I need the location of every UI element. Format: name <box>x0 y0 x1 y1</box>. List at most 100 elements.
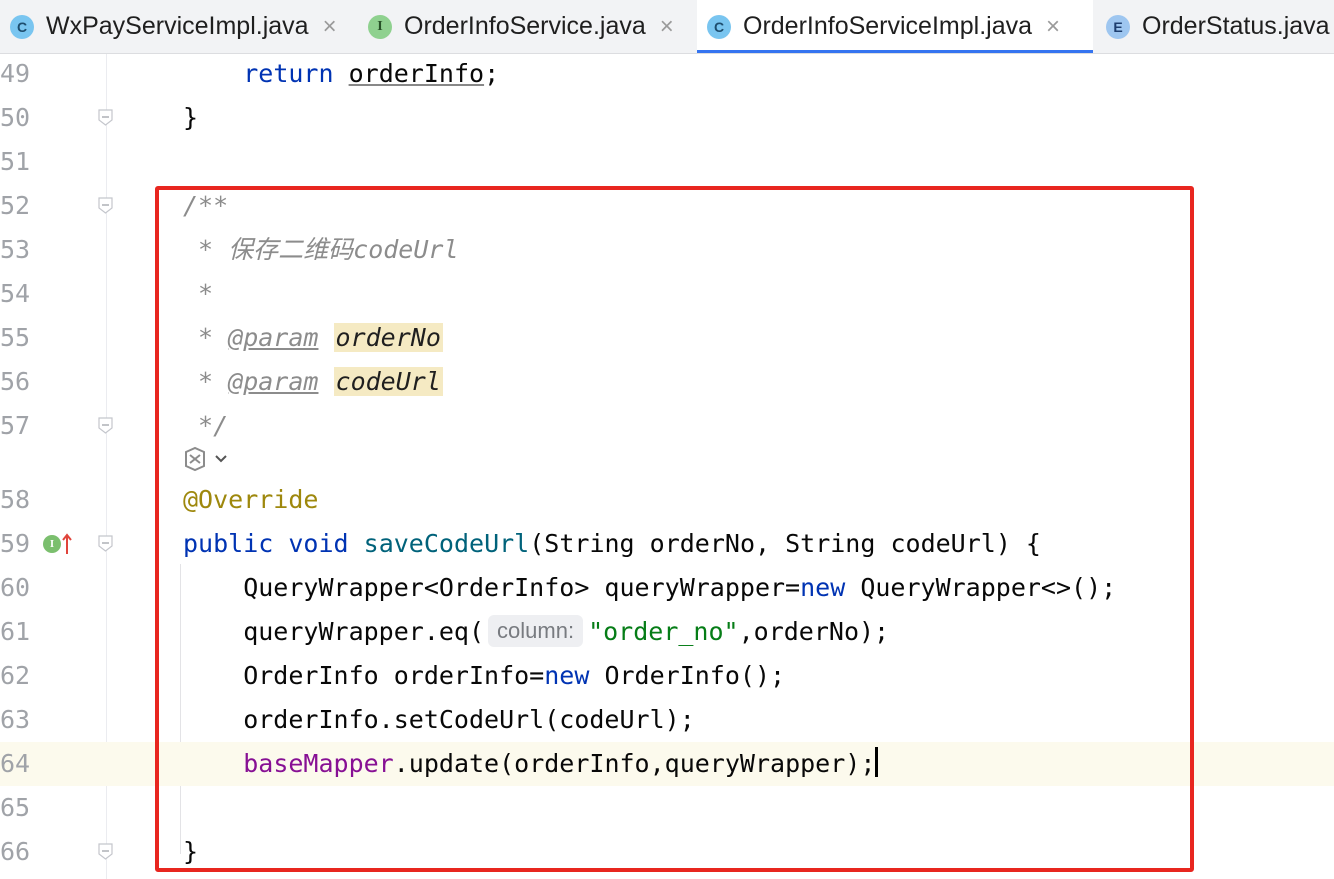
code-token: ; <box>484 59 500 88</box>
code-line[interactable]: 65 <box>0 786 1334 830</box>
code-line[interactable]: 54 * <box>0 272 1334 316</box>
tab-orderstatus-java[interactable]: E OrderStatus.java <box>1096 0 1334 53</box>
close-icon[interactable]: × <box>323 13 337 41</box>
code-line[interactable]: 58 @Override <box>0 478 1334 522</box>
code-text[interactable]: baseMapper.update(orderInfo,queryWrapper… <box>183 742 879 786</box>
line-number: 64 <box>0 749 31 778</box>
code-line[interactable]: 55 * @param orderNo <box>0 316 1334 360</box>
code-text[interactable]: */ <box>183 404 228 448</box>
code-text[interactable]: @Override <box>183 478 318 522</box>
code-token: orderInfo <box>348 59 485 88</box>
code-line[interactable]: 49 return orderInfo; <box>0 52 1334 96</box>
code-text[interactable]: return orderInfo; <box>183 52 499 96</box>
code-token: codeUrl <box>333 367 443 396</box>
fold-marker-icon[interactable] <box>98 535 113 552</box>
code-token: QueryWrapper<>(); <box>845 573 1117 602</box>
code-line[interactable]: 56 * @param codeUrl <box>0 360 1334 404</box>
code-line[interactable]: 63 orderInfo.setCodeUrl(codeUrl); <box>0 698 1334 742</box>
line-number: 58 <box>0 485 31 514</box>
code-line[interactable]: 62 OrderInfo orderInfo=new OrderInfo(); <box>0 654 1334 698</box>
line-number: 56 <box>0 367 31 396</box>
code-token: @param <box>228 323 319 352</box>
code-text[interactable]: /** <box>183 184 228 228</box>
code-token: ,orderNo); <box>738 617 890 646</box>
code-token: orderNo <box>333 323 443 352</box>
code-token: (String orderNo, String codeUrl) { <box>529 529 1041 558</box>
code-text[interactable]: * @param orderNo <box>183 316 443 360</box>
code-text[interactable]: } <box>183 830 198 874</box>
implements-method-icon[interactable]: I <box>43 535 61 553</box>
line-number: 51 <box>0 147 31 176</box>
code-text[interactable]: OrderInfo orderInfo=new OrderInfo(); <box>183 654 785 698</box>
code-token: new <box>800 573 846 602</box>
code-token: } <box>183 837 199 866</box>
code-token: public <box>183 529 274 558</box>
code-token: queryWrapper.eq( <box>183 617 485 646</box>
code-token: */ <box>183 411 229 440</box>
fold-marker-icon[interactable] <box>98 109 113 126</box>
code-line[interactable]: 52 /** <box>0 184 1334 228</box>
gutter-implements-marker[interactable]: I <box>43 532 73 556</box>
code-token: } <box>183 103 199 132</box>
code-text[interactable]: } <box>183 96 198 140</box>
code-text[interactable]: * 保存二维码codeUrl <box>183 228 459 272</box>
code-line[interactable]: 60 QueryWrapper<OrderInfo> queryWrapper=… <box>0 566 1334 610</box>
code-text[interactable]: * @param codeUrl <box>183 360 443 404</box>
code-text[interactable]: * <box>183 272 213 316</box>
code-token: OrderInfo orderInfo= <box>183 661 545 690</box>
ai-assistant-icon[interactable] <box>182 446 208 472</box>
line-number: 57 <box>0 411 31 440</box>
ai-assistant-marker[interactable] <box>182 446 228 472</box>
code-line[interactable]: 64 baseMapper.update(orderInfo,queryWrap… <box>0 742 1334 786</box>
override-arrow-icon[interactable] <box>61 532 73 556</box>
class-file-icon: C <box>707 14 731 39</box>
chevron-down-icon[interactable] <box>214 452 228 466</box>
line-number: 60 <box>0 573 31 602</box>
line-number: 53 <box>0 235 31 264</box>
text-caret <box>875 747 879 777</box>
tab-orderinfoserviceimpl-java[interactable]: C OrderInfoServiceImpl.java × <box>697 0 1093 53</box>
code-line[interactable]: 59 public void saveCodeUrl(String orderNo… <box>0 522 1334 566</box>
code-text[interactable]: public void saveCodeUrl(String orderNo, … <box>183 522 1041 566</box>
close-icon[interactable]: × <box>660 13 674 41</box>
tab-label: OrderStatus.java <box>1142 12 1330 40</box>
line-number: 55 <box>0 323 31 352</box>
line-number: 49 <box>0 59 31 88</box>
close-icon[interactable]: × <box>1046 13 1060 41</box>
code-text[interactable]: QueryWrapper<OrderInfo> queryWrapper=new… <box>183 566 1116 610</box>
code-line[interactable]: 66} <box>0 830 1334 874</box>
line-number: 59 <box>0 529 31 558</box>
code-token: baseMapper <box>243 749 394 778</box>
tab-label: OrderInfoServiceImpl.java <box>743 12 1033 40</box>
code-token: new <box>544 661 590 690</box>
code-token: @Override <box>183 485 319 514</box>
code-line[interactable]: 50} <box>0 96 1334 140</box>
code-token: * <box>183 367 229 396</box>
code-text[interactable]: orderInfo.setCodeUrl(codeUrl); <box>183 698 695 742</box>
fold-marker-icon[interactable] <box>98 843 113 860</box>
parameter-hint: column: <box>488 615 584 647</box>
code-line[interactable]: 51 <box>0 140 1334 184</box>
code-line[interactable]: 61 queryWrapper.eq(column: "order_no",ord… <box>0 610 1334 654</box>
line-number: 54 <box>0 279 31 308</box>
code-token: QueryWrapper<OrderInfo> queryWrapper= <box>183 573 801 602</box>
tab-orderinfoservice-java[interactable]: I OrderInfoService.java × <box>358 0 692 53</box>
code-editor[interactable]: 49 return orderInfo; 50} 51 52/** 53 * 保存二维码… <box>0 54 1334 879</box>
interface-file-icon: I <box>368 14 392 39</box>
fold-marker-icon[interactable] <box>98 417 113 434</box>
code-line[interactable]: 57 */ <box>0 404 1334 448</box>
tab-wxpayserviceimpl-java[interactable]: C WxPayServiceImpl.java × <box>0 0 354 53</box>
tab-label: OrderInfoService.java <box>404 12 646 40</box>
code-line[interactable]: 53 * 保存二维码codeUrl <box>0 228 1334 272</box>
code-text[interactable]: queryWrapper.eq(column: "order_no",orderN… <box>183 610 889 654</box>
fold-marker-icon[interactable] <box>98 197 113 214</box>
editor-tab-bar: C WxPayServiceImpl.java × I OrderInfoService… <box>0 0 1334 54</box>
code-token: * 保存二维码codeUrl <box>183 235 459 264</box>
code-token: "order_no" <box>588 617 739 646</box>
code-token: .update(orderInfo,queryWrapper); <box>393 749 876 778</box>
